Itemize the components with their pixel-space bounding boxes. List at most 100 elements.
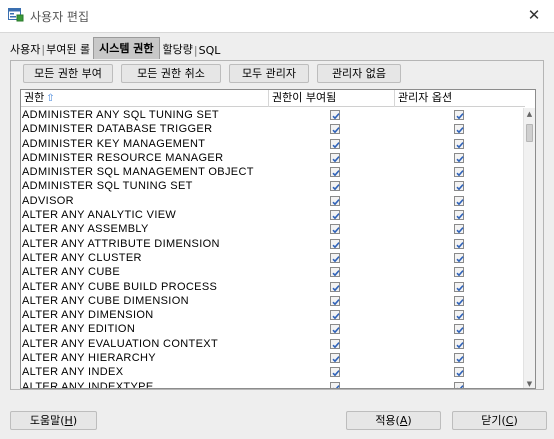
- granted-checkbox[interactable]: [330, 195, 340, 206]
- admin-option-checkbox[interactable]: [454, 167, 464, 178]
- no-admin-button[interactable]: 관리자 없음: [317, 64, 401, 83]
- table-row[interactable]: ALTER ANY CUBE BUILD PROCESS: [21, 280, 525, 294]
- tab-quotas[interactable]: 할당량: [163, 40, 193, 59]
- admin-option-cell: [395, 179, 525, 193]
- granted-cell: [269, 237, 395, 251]
- table-row[interactable]: ALTER ANY INDEX: [21, 365, 525, 379]
- granted-checkbox[interactable]: [330, 167, 340, 178]
- admin-option-checkbox[interactable]: [454, 138, 464, 149]
- table-body: ADMINISTER ANY SQL TUNING SET ADMINISTER …: [21, 108, 525, 388]
- granted-checkbox[interactable]: [330, 210, 340, 221]
- close-button[interactable]: 닫기(C): [452, 411, 547, 430]
- granted-checkbox[interactable]: [330, 267, 340, 278]
- granted-checkbox[interactable]: [330, 152, 340, 163]
- table-row[interactable]: ALTER ANY EVALUATION CONTEXT: [21, 337, 525, 351]
- granted-checkbox[interactable]: [330, 124, 340, 135]
- tab-user[interactable]: 사용자: [10, 40, 40, 59]
- privilege-name: ADMINISTER RESOURCE MANAGER: [22, 151, 224, 164]
- grant-all-button[interactable]: 모든 권한 부여: [23, 64, 113, 83]
- admin-option-checkbox[interactable]: [454, 238, 464, 249]
- table-header: 권한 ⇧ 권한이 부여됨 관리자 옵션: [21, 90, 525, 107]
- admin-option-checkbox[interactable]: [454, 252, 464, 263]
- admin-option-checkbox[interactable]: [454, 267, 464, 278]
- table-row[interactable]: ADMINISTER DATABASE TRIGGER: [21, 122, 525, 136]
- table-row[interactable]: ALTER ANY ATTRIBUTE DIMENSION: [21, 237, 525, 251]
- admin-option-checkbox[interactable]: [454, 310, 464, 321]
- table-row[interactable]: ADMINISTER SQL MANAGEMENT OBJECT: [21, 165, 525, 179]
- column-header-admin-option[interactable]: 관리자 옵션: [395, 90, 525, 107]
- granted-checkbox[interactable]: [330, 281, 340, 292]
- table-row[interactable]: ADMINISTER KEY MANAGEMENT: [21, 137, 525, 151]
- window-title: 사용자 편집: [30, 10, 90, 24]
- tab-system-privileges[interactable]: 시스템 권한: [93, 37, 160, 59]
- table-row[interactable]: ALTER ANY ANALYTIC VIEW: [21, 208, 525, 222]
- admin-option-checkbox[interactable]: [454, 353, 464, 364]
- granted-checkbox[interactable]: [330, 353, 340, 364]
- table-row[interactable]: ALTER ANY EDITION: [21, 322, 525, 336]
- column-header-privilege-label: 권한: [24, 91, 45, 104]
- help-button[interactable]: 도움말(H): [10, 411, 97, 430]
- granted-checkbox[interactable]: [330, 181, 340, 192]
- granted-checkbox[interactable]: [330, 110, 340, 120]
- granted-checkbox[interactable]: [330, 381, 340, 388]
- admin-option-checkbox[interactable]: [454, 124, 464, 135]
- table-row[interactable]: ALTER ANY DIMENSION: [21, 308, 525, 322]
- admin-option-checkbox[interactable]: [454, 381, 464, 388]
- granted-checkbox[interactable]: [330, 295, 340, 306]
- granted-cell: [269, 365, 395, 379]
- table-row[interactable]: ALTER ANY CUBE DIMENSION: [21, 294, 525, 308]
- admin-option-checkbox[interactable]: [454, 224, 464, 235]
- privilege-name: ALTER ANY ATTRIBUTE DIMENSION: [22, 237, 220, 250]
- granted-checkbox[interactable]: [330, 238, 340, 249]
- privileges-table: 권한 ⇧ 권한이 부여됨 관리자 옵션 ADMINISTER ANY SQL TU…: [20, 89, 536, 389]
- admin-option-checkbox[interactable]: [454, 295, 464, 306]
- admin-option-checkbox[interactable]: [454, 110, 464, 120]
- granted-cell: [269, 337, 395, 351]
- scroll-up-icon[interactable]: ▲: [524, 108, 535, 120]
- scroll-down-icon[interactable]: ▼: [524, 378, 535, 388]
- apply-button[interactable]: 적용(A): [346, 411, 441, 430]
- admin-option-checkbox[interactable]: [454, 152, 464, 163]
- tab-granted-roles[interactable]: 부여된 롤: [40, 40, 90, 59]
- table-row[interactable]: ALTER ANY HIERARCHY: [21, 351, 525, 365]
- privilege-name: ADMINISTER ANY SQL TUNING SET: [22, 109, 219, 121]
- all-admin-button[interactable]: 모두 관리자: [229, 64, 309, 83]
- admin-option-checkbox[interactable]: [454, 195, 464, 206]
- table-row[interactable]: ADMINISTER RESOURCE MANAGER: [21, 151, 525, 165]
- granted-cell: [269, 322, 395, 336]
- admin-option-checkbox[interactable]: [454, 338, 464, 349]
- table-row[interactable]: ADVISOR: [21, 194, 525, 208]
- column-header-granted[interactable]: 권한이 부여됨: [269, 90, 395, 107]
- admin-option-checkbox[interactable]: [454, 181, 464, 192]
- table-row[interactable]: ALTER ANY ASSEMBLY: [21, 222, 525, 236]
- privilege-name: ALTER ANY CUBE: [22, 266, 121, 279]
- table-row[interactable]: ALTER ANY INDEXTYPE: [21, 380, 525, 388]
- tab-sql[interactable]: SQL: [193, 43, 221, 59]
- admin-option-checkbox[interactable]: [454, 367, 464, 378]
- admin-option-cell: [395, 251, 525, 265]
- granted-checkbox[interactable]: [330, 324, 340, 335]
- admin-option-checkbox[interactable]: [454, 210, 464, 221]
- granted-checkbox[interactable]: [330, 252, 340, 263]
- granted-checkbox[interactable]: [330, 338, 340, 349]
- close-window-icon[interactable]: ✕: [524, 5, 544, 25]
- vertical-scrollbar[interactable]: ▲ ▼: [523, 108, 535, 388]
- table-row[interactable]: ADMINISTER SQL TUNING SET: [21, 179, 525, 193]
- admin-option-checkbox[interactable]: [454, 281, 464, 292]
- column-header-privilege[interactable]: 권한 ⇧: [21, 90, 269, 107]
- table-row[interactable]: ADMINISTER ANY SQL TUNING SET: [21, 108, 525, 122]
- revoke-all-button[interactable]: 모든 권한 취소: [121, 64, 221, 83]
- table-row[interactable]: ALTER ANY CUBE: [21, 265, 525, 279]
- scroll-thumb[interactable]: [526, 124, 533, 142]
- granted-checkbox[interactable]: [330, 367, 340, 378]
- granted-checkbox[interactable]: [330, 224, 340, 235]
- admin-option-cell: [395, 351, 525, 365]
- admin-option-checkbox[interactable]: [454, 324, 464, 335]
- granted-cell: [269, 280, 395, 294]
- admin-option-cell: [395, 194, 525, 208]
- granted-checkbox[interactable]: [330, 310, 340, 321]
- granted-checkbox[interactable]: [330, 138, 340, 149]
- table-row[interactable]: ALTER ANY CLUSTER: [21, 251, 525, 265]
- admin-option-cell: [395, 165, 525, 179]
- admin-option-cell: [395, 380, 525, 388]
